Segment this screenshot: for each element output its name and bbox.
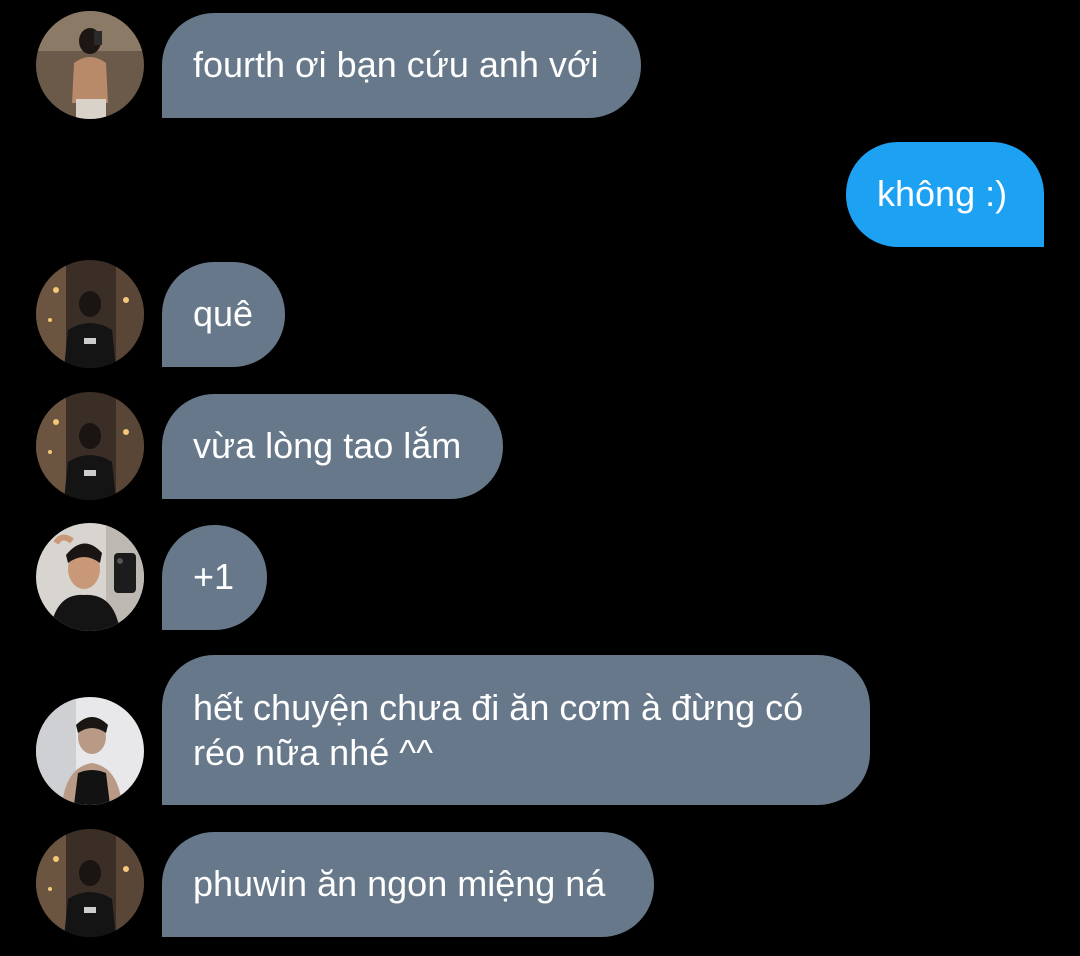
avatar-street-night[interactable] xyxy=(36,260,144,368)
avatar-street-night[interactable] xyxy=(36,392,144,500)
message-bubble[interactable]: fourth ơi bạn cứu anh với xyxy=(162,13,641,118)
message-bubble[interactable]: phuwin ăn ngon miệng ná xyxy=(162,832,654,937)
message-text: phuwin ăn ngon miệng ná xyxy=(193,863,606,904)
message-bubble[interactable]: quê xyxy=(162,262,285,367)
message-text: fourth ơi bạn cứu anh với xyxy=(193,44,599,85)
message-bubble[interactable]: vừa lòng tao lắm xyxy=(162,394,503,499)
message-bubble[interactable]: hết chuyện chưa đi ăn cơm à đừng có réo … xyxy=(162,655,870,805)
message-text: vừa lòng tao lắm xyxy=(193,425,462,466)
message-text: +1 xyxy=(193,556,235,597)
avatar-street-night[interactable] xyxy=(36,829,144,937)
avatar-phone-mirror-selfie[interactable] xyxy=(36,523,144,631)
message-bubble[interactable]: không :) xyxy=(846,142,1044,247)
message-text: hết chuyện chưa đi ăn cơm à đừng có réo … xyxy=(193,687,804,773)
avatar-shirtless-mirror-selfie[interactable] xyxy=(36,11,144,119)
message-text: không :) xyxy=(877,173,1008,214)
avatar-tank-top-portrait[interactable] xyxy=(36,697,144,805)
message-text: quê xyxy=(193,293,254,334)
message-bubble[interactable]: +1 xyxy=(162,525,267,630)
